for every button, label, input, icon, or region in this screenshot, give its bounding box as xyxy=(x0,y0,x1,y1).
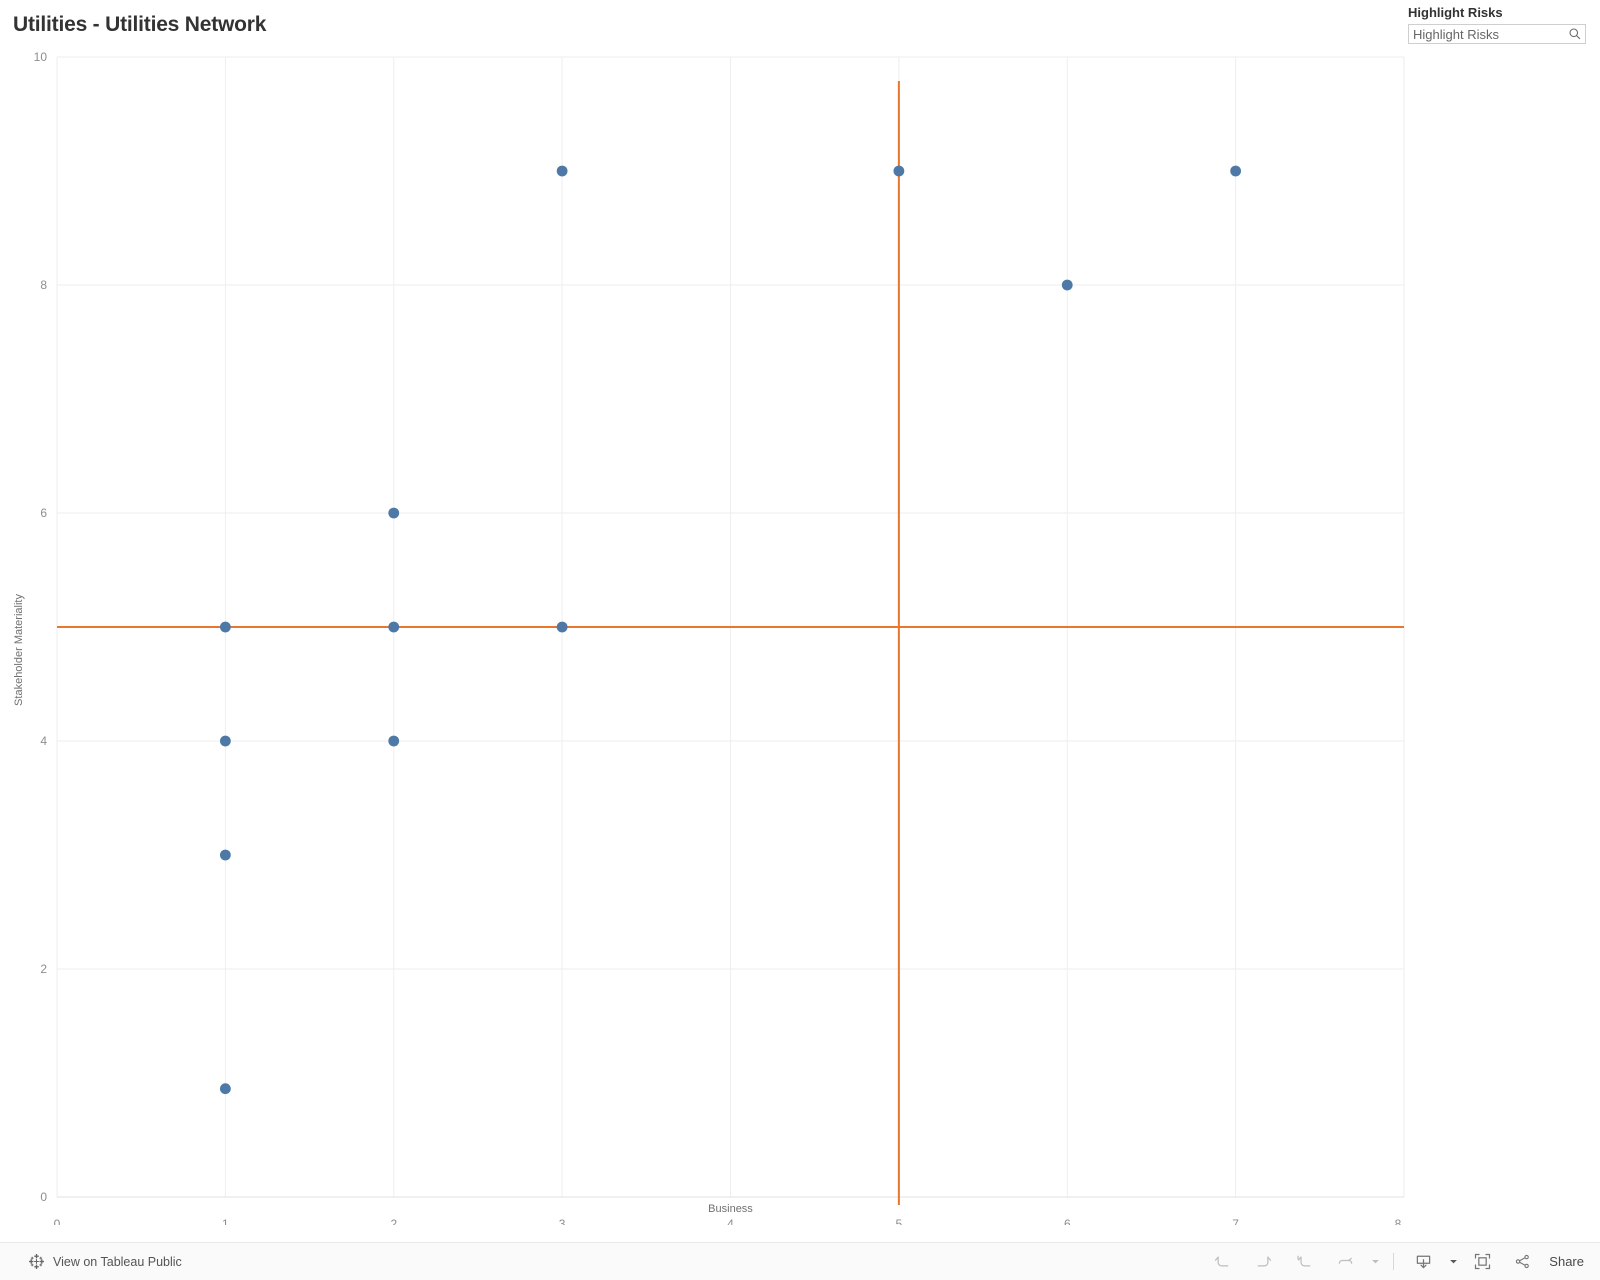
x-axis-tick-labels: 0 1 2 3 4 5 6 7 8 xyxy=(54,1217,1402,1225)
view-on-tableau-public-link[interactable]: View on Tableau Public xyxy=(28,1243,182,1280)
scatter-point[interactable] xyxy=(219,1083,231,1095)
x-tick-label: 1 xyxy=(222,1217,229,1225)
toolbar-actions: Share xyxy=(1202,1243,1584,1280)
view-on-tableau-public-label: View on Tableau Public xyxy=(53,1254,182,1269)
y-tick-label: 10 xyxy=(34,50,48,64)
fullscreen-icon[interactable] xyxy=(1462,1243,1503,1280)
scatter-point[interactable] xyxy=(219,621,231,633)
x-tick-label: 4 xyxy=(727,1217,734,1225)
y-tick-label: 0 xyxy=(40,1190,47,1204)
revert-icon[interactable] xyxy=(1284,1243,1325,1280)
y-tick-label: 2 xyxy=(40,962,47,976)
undo-icon[interactable] xyxy=(1202,1243,1243,1280)
refresh-control[interactable] xyxy=(1325,1243,1384,1280)
download-control[interactable] xyxy=(1403,1243,1462,1280)
scatter-point[interactable] xyxy=(388,621,400,633)
page-title: Utilities - Utilities Network xyxy=(13,13,267,36)
x-tick-label: 5 xyxy=(896,1217,903,1225)
refresh-icon[interactable] xyxy=(1325,1243,1366,1280)
dashboard-root: Utilities - Utilities Network Highlight … xyxy=(0,0,1600,1280)
toolbar-divider xyxy=(1393,1253,1395,1270)
chevron-down-icon[interactable] xyxy=(1366,1243,1384,1280)
y-axis-tick-labels: 10 8 6 4 2 0 xyxy=(34,50,48,1204)
y-axis-title: Stakeholder Materiality xyxy=(13,594,25,706)
scatter-plot-viz[interactable]: 10 8 6 4 2 0 0 1 2 3 4 5 6 7 8 Business xyxy=(0,40,1600,1225)
bottom-toolbar: View on Tableau Public Share xyxy=(0,1242,1600,1280)
y-tick-label: 4 xyxy=(40,734,47,748)
x-tick-label: 2 xyxy=(390,1217,397,1225)
download-icon[interactable] xyxy=(1403,1243,1444,1280)
scatter-plot-svg[interactable]: 10 8 6 4 2 0 0 1 2 3 4 5 6 7 8 Business xyxy=(0,40,1600,1225)
search-icon[interactable] xyxy=(1568,27,1582,41)
chevron-down-icon[interactable] xyxy=(1444,1243,1462,1280)
highlight-risks-filter-label: Highlight Risks xyxy=(1408,5,1503,20)
y-tick-label: 8 xyxy=(40,278,47,292)
share-button[interactable]: Share xyxy=(1503,1243,1584,1280)
tableau-logo-icon xyxy=(28,1253,45,1270)
scatter-point[interactable] xyxy=(1230,165,1242,177)
x-tick-label: 8 xyxy=(1395,1217,1402,1225)
scatter-point[interactable] xyxy=(1061,279,1073,291)
scatter-point[interactable] xyxy=(219,735,231,747)
scatter-point[interactable] xyxy=(219,849,231,861)
scatter-point[interactable] xyxy=(893,165,905,177)
scatter-point[interactable] xyxy=(388,507,400,519)
share-label: Share xyxy=(1549,1254,1584,1269)
scatter-point[interactable] xyxy=(556,165,568,177)
x-tick-label: 0 xyxy=(54,1217,61,1225)
y-tick-label: 6 xyxy=(40,506,47,520)
redo-icon[interactable] xyxy=(1243,1243,1284,1280)
scatter-point[interactable] xyxy=(388,735,400,747)
x-tick-label: 3 xyxy=(559,1217,566,1225)
x-tick-label: 7 xyxy=(1232,1217,1239,1225)
highlight-risks-filter-card: Highlight Risks xyxy=(1408,5,1588,44)
x-tick-label: 6 xyxy=(1064,1217,1071,1225)
x-axis-title: Business xyxy=(708,1203,753,1215)
scatter-point[interactable] xyxy=(556,621,568,633)
share-icon[interactable] xyxy=(1503,1243,1542,1280)
